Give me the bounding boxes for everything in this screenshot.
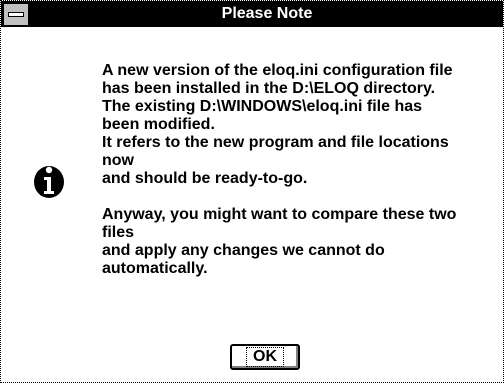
dialog-window: Please Note A new version of the eloq.in… [0, 0, 504, 383]
message-line: A new version of the eloq.ini configurat… [102, 62, 453, 79]
message-text: A new version of the eloq.ini configurat… [102, 62, 497, 278]
system-menu-bar [8, 12, 24, 17]
dialog-title: Please Note [221, 5, 313, 22]
ok-button[interactable]: OK [230, 344, 300, 370]
message-line: has been installed in the D:\ELOQ direct… [102, 80, 436, 97]
message-line: files [102, 224, 135, 241]
message-spacer [102, 188, 497, 206]
message-line: and apply any changes we cannot do [102, 242, 385, 259]
ok-button-label: OK [246, 347, 284, 367]
info-icon [34, 166, 64, 198]
message-line: been modified. [102, 116, 215, 133]
message-line: Anyway, you might want to compare these … [102, 206, 457, 223]
message-line: It refers to the new program and file lo… [102, 134, 449, 151]
message-line: automatically. [102, 260, 208, 277]
title-bar[interactable]: Please Note [1, 1, 503, 27]
message-line: now [102, 152, 134, 169]
system-menu-icon[interactable] [3, 3, 29, 26]
message-line: and should be ready-to-go. [102, 170, 308, 187]
message-line: The existing D:\WINDOWS\eloq.ini file ha… [102, 98, 423, 115]
